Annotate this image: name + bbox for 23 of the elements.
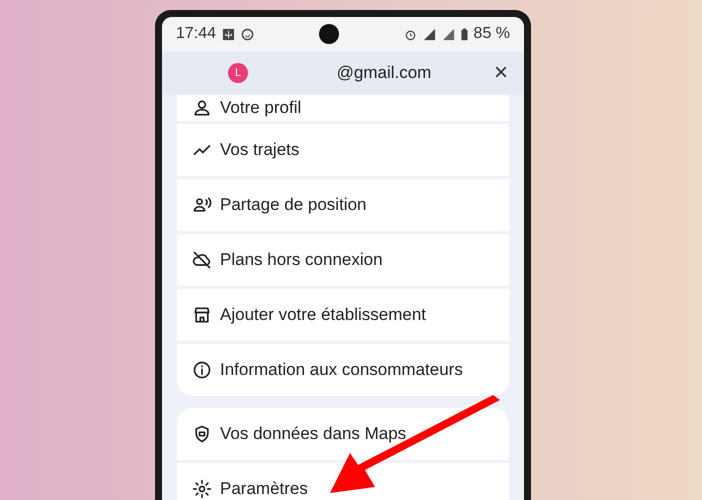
usb-icon: [222, 28, 236, 40]
menu-item[interactable]: Paramètres: [177, 463, 509, 500]
signal-icon: [422, 28, 436, 40]
storefront-icon: [192, 305, 212, 325]
menu-item[interactable]: Vos trajets: [177, 124, 509, 176]
account-email: @gmail.com: [336, 63, 432, 83]
status-time: 17:44: [176, 25, 216, 43]
menu-item[interactable]: Vos données dans Maps: [177, 408, 509, 460]
menu-item[interactable]: Information aux consommateurs: [177, 344, 509, 396]
cloud-off-icon: [192, 250, 212, 270]
menu-item[interactable]: Votre profil: [177, 95, 509, 121]
close-button[interactable]: ×: [490, 59, 512, 87]
person-icon: [192, 98, 212, 118]
info-icon: [192, 360, 212, 380]
avatar[interactable]: L: [228, 63, 248, 83]
alarm-icon: [404, 28, 417, 40]
menu-item[interactable]: Plans hors connexion: [177, 234, 509, 286]
menu-item[interactable]: Ajouter votre établissement: [177, 289, 509, 341]
battery-percentage: 85 %: [474, 25, 510, 43]
signal-icon: [442, 28, 455, 40]
menu-item[interactable]: Partage de position: [177, 179, 509, 231]
camera-icon: [318, 24, 339, 44]
battery-icon: [460, 28, 468, 40]
